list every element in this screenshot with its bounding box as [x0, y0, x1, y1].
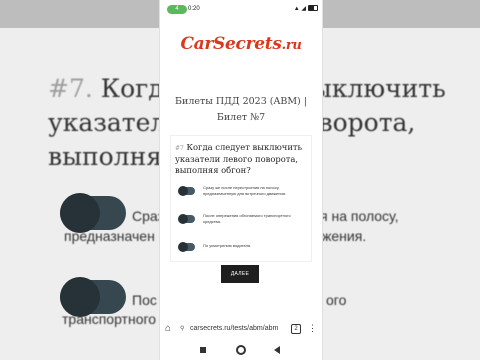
background-option-fragment: я на полосу,: [320, 208, 399, 224]
browser-address-bar: ⌂ ⚲ carsecrets.ru/tests/abm/abm 2 ⋮: [160, 319, 322, 339]
background-toggle: [60, 193, 126, 233]
logo-suffix: .ru: [281, 38, 302, 53]
lock-icon[interactable]: ⚲: [180, 325, 184, 333]
question-card: #7 Когда следует выключить указатели лев…: [170, 135, 312, 262]
site-logo[interactable]: CarSecrets.ru: [160, 34, 322, 54]
answer-label: По усмотрению водителя.: [203, 243, 252, 248]
menu-icon[interactable]: ⋮: [308, 322, 317, 334]
page-title: Билеты ПДД 2023 (ABM) | Билет №7: [175, 96, 307, 123]
status-time: 0:20: [188, 6, 200, 12]
answer-toggle[interactable]: [178, 186, 195, 196]
answer-toggle[interactable]: [178, 214, 195, 224]
background-option-fragment: ого: [326, 292, 347, 308]
answer-label: После опережения обгоняемого транспортно…: [203, 213, 291, 224]
system-nav-bar: [160, 340, 322, 360]
battery-icon: [308, 5, 318, 12]
status-pill: 4: [167, 5, 187, 14]
next-button[interactable]: ДАЛЕЕ: [221, 265, 259, 283]
status-bar: 4 0:20 ▲ ◢: [160, 0, 322, 18]
background-question-number: #7.: [48, 74, 93, 103]
tabs-button[interactable]: 2: [291, 324, 301, 334]
answer-option[interactable]: После опережения обгоняемого транспортно…: [178, 213, 309, 231]
home-nav-icon[interactable]: [236, 345, 246, 355]
recents-icon[interactable]: [200, 347, 206, 353]
answer-toggle[interactable]: [178, 242, 195, 252]
url-field[interactable]: carsecrets.ru/tests/abm/abm: [190, 324, 290, 334]
logo-main: CarSecrets: [180, 34, 282, 54]
home-icon[interactable]: ⌂: [165, 323, 171, 335]
back-icon[interactable]: [274, 346, 280, 354]
answer-label: Сразу же после перестроения на полосу, п…: [203, 185, 286, 196]
answer-option[interactable]: Сразу же после перестроения на полосу, п…: [178, 185, 309, 203]
background-option-fragment: предназначен: [64, 228, 155, 244]
question-number: #7: [175, 145, 184, 152]
signal-icon: ▲ ◢: [293, 6, 306, 12]
answer-option[interactable]: По усмотрению водителя.: [178, 241, 309, 259]
question-text: #7 Когда следует выключить указатели лев…: [175, 142, 303, 175]
phone-screen: 4 0:20 ▲ ◢ CarSecrets.ru Билеты ПДД 2023…: [160, 0, 322, 360]
status-icons: ▲ ◢: [294, 5, 318, 14]
background-option-fragment: жения.: [322, 228, 367, 244]
